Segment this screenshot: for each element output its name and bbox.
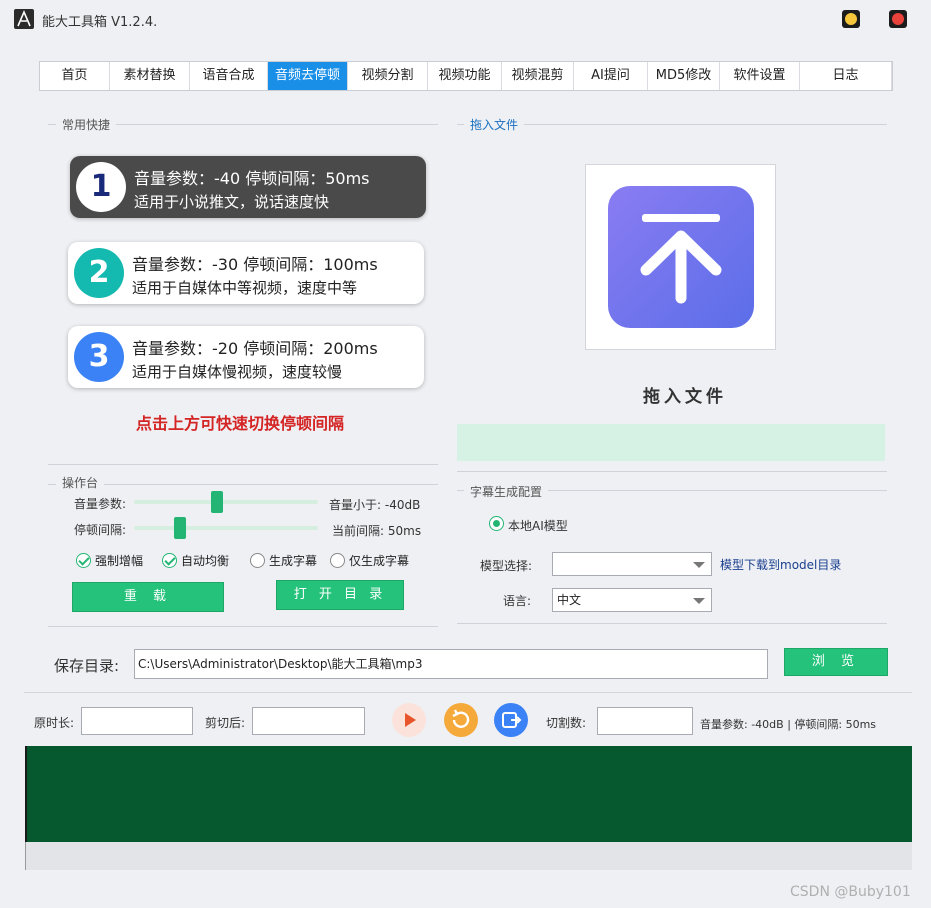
language-select-value: 中文 (557, 593, 582, 607)
divider (457, 623, 887, 624)
checkbox-label: 仅生成字幕 (349, 554, 410, 568)
minimize-button[interactable] (842, 10, 860, 28)
preset-description: 适用于自媒体慢视频，速度较慢 (132, 363, 343, 381)
checkbox-label: 强制增幅 (95, 554, 144, 568)
tab-9[interactable]: 软件设置 (720, 62, 800, 90)
preset-card-3[interactable]: 3 音量参数：-20 停顿间隔：200ms 适用于自媒体慢视频，速度较慢 (68, 326, 424, 388)
volume-slider[interactable] (134, 500, 318, 504)
title-bar: 能大工具箱 V1.2.4. (0, 0, 931, 40)
tab-4[interactable]: 视频分割 (348, 62, 428, 90)
watermark: CSDN @Buby101 (790, 884, 911, 900)
save-dir-label: 保存目录: (54, 657, 120, 675)
preset-number-icon: 2 (74, 248, 124, 298)
divider (457, 471, 887, 472)
tab-2[interactable]: 语音合成 (190, 62, 268, 90)
tab-7[interactable]: AI提问 (574, 62, 648, 90)
divider (48, 626, 438, 627)
preset-params: 音量参数：-30 停顿间隔：100ms (132, 255, 378, 274)
after-cut-input[interactable] (252, 707, 365, 735)
preset-description: 适用于小说推文，说话速度快 (134, 193, 330, 211)
app-logo-icon (14, 9, 34, 29)
tab-10[interactable]: 日志 (800, 62, 892, 90)
checkbox-label: 自动均衡 (181, 554, 230, 568)
checkbox-1[interactable]: 自动均衡 (162, 552, 229, 569)
waveform-scrollbar[interactable] (25, 842, 912, 870)
divider (48, 464, 438, 465)
checkbox-3[interactable]: 仅生成字幕 (330, 552, 409, 569)
drop-label: 拖入文件 (643, 387, 727, 407)
waveform-panel[interactable] (25, 746, 912, 842)
checkbox-indicator (162, 553, 177, 568)
checkbox-indicator (76, 553, 91, 568)
open-dir-button[interactable]: 打 开 目 录 (276, 580, 404, 610)
cut-count-input[interactable] (597, 707, 693, 735)
refresh-icon (444, 703, 478, 737)
save-dir-input[interactable]: C:\Users\Administrator\Desktop\能大工具箱\mp3 (134, 649, 768, 679)
preset-card-1[interactable]: 1 音量参数：-40 停顿间隔：50ms 适用于小说推文，说话速度快 (70, 156, 426, 218)
local-model-radio[interactable] (489, 516, 504, 531)
console-group-title: 操作台 (56, 474, 105, 491)
pause-value: 当前间隔: 50ms (332, 524, 422, 538)
preset-number-icon: 1 (76, 162, 126, 212)
checkbox-label: 生成字幕 (269, 554, 318, 568)
divider (48, 484, 438, 485)
preset-description: 适用于自媒体中等视频，速度中等 (132, 279, 358, 297)
model-download-link[interactable]: 模型下载到model目录 (720, 556, 841, 573)
volume-label: 音量参数: (74, 497, 127, 511)
pause-slider[interactable] (134, 526, 318, 530)
reload-button[interactable]: 重 载 (72, 582, 224, 612)
orig-length-label: 原时长: (34, 716, 75, 730)
model-select[interactable] (552, 552, 712, 576)
tab-6[interactable]: 视频混剪 (502, 62, 574, 90)
preset-params: 音量参数：-40 停顿间隔：50ms (134, 169, 370, 188)
tab-3[interactable]: 音频去停顿 (268, 62, 348, 90)
preset-number-icon: 3 (74, 332, 124, 382)
play-button[interactable] (391, 702, 427, 738)
drop-zone[interactable] (585, 164, 776, 350)
drop-group-title: 拖入文件 (464, 116, 525, 133)
language-select[interactable]: 中文 (552, 588, 712, 612)
tab-bar: 首页 素材替换 语音合成 音频去停顿 视频分割 视频功能 视频混剪 AI提问 MD5修改 软件设置… (39, 61, 893, 91)
checkbox-indicator (250, 553, 265, 568)
upload-icon (608, 186, 754, 328)
preset-params: 音量参数：-20 停顿间隔：200ms (132, 339, 378, 358)
checkbox-2[interactable]: 生成字幕 (250, 552, 317, 569)
checkbox-indicator (330, 553, 345, 568)
close-button[interactable] (889, 10, 907, 28)
chevron-down-icon (693, 562, 705, 568)
pause-slider-thumb[interactable] (174, 517, 186, 539)
play-icon (392, 703, 426, 737)
drop-status-bar (457, 424, 885, 461)
checkbox-0[interactable]: 强制增幅 (76, 552, 143, 569)
orig-length-input[interactable] (81, 707, 193, 735)
browse-button[interactable]: 浏 览 (784, 648, 888, 676)
preset-card-2[interactable]: 2 音量参数：-30 停顿间隔：100ms 适用于自媒体中等视频，速度中等 (68, 242, 424, 304)
refresh-button[interactable] (443, 702, 479, 738)
local-model-label: 本地AI模型 (508, 519, 568, 533)
export-icon (494, 703, 528, 737)
quick-hint: 点击上方可快速切换停顿间隔 (136, 414, 345, 433)
pause-label: 停顿间隔: (74, 523, 127, 537)
after-cut-label: 剪切后: (205, 716, 246, 730)
volume-value: 音量小于: -40dB (329, 498, 421, 512)
model-select-label: 模型选择: (480, 559, 533, 573)
export-button[interactable] (493, 702, 529, 738)
tab-8[interactable]: MD5修改 (648, 62, 720, 90)
quick-group-title: 常用快捷 (56, 116, 117, 133)
status-text: 音量参数: -40dB | 停顿间隔: 50ms (700, 718, 877, 731)
chevron-down-icon (693, 598, 705, 604)
tab-5[interactable]: 视频功能 (428, 62, 502, 90)
subtitle-group-title: 字幕生成配置 (464, 483, 549, 500)
window-title: 能大工具箱 V1.2.4. (42, 15, 158, 30)
tab-1[interactable]: 素材替换 (110, 62, 190, 90)
volume-slider-thumb[interactable] (210, 491, 223, 513)
tab-0[interactable]: 首页 (40, 62, 110, 90)
language-label: 语言: (503, 594, 532, 608)
cut-count-label: 切割数: (546, 716, 587, 730)
